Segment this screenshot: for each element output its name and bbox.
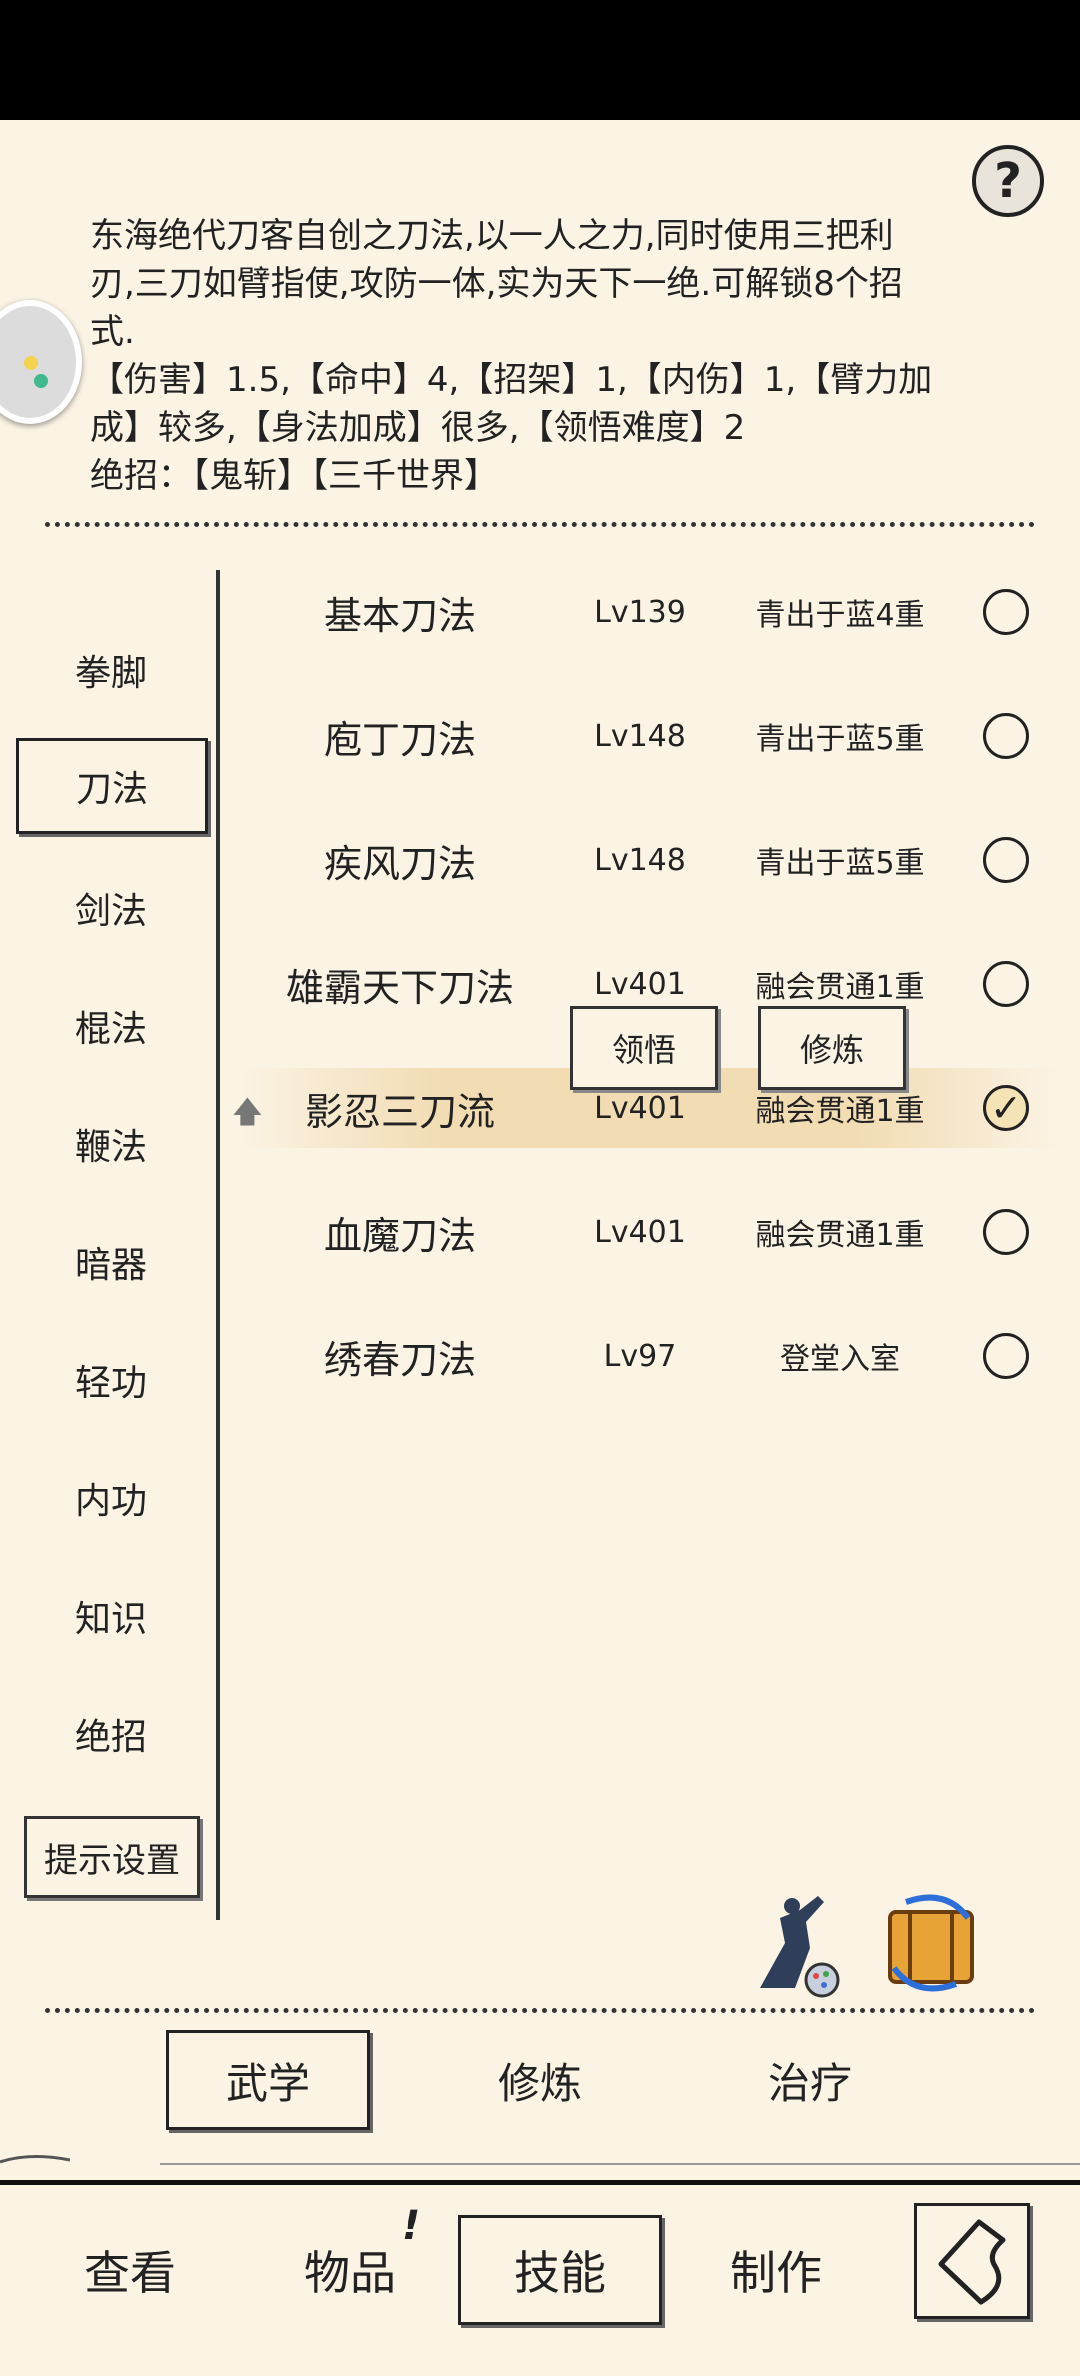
- sidebar-divider: [216, 570, 220, 1920]
- tip-settings-button[interactable]: 提示设置: [24, 1816, 200, 1898]
- skill-row[interactable]: 基本刀法 Lv139 青出于蓝4重: [240, 572, 1060, 652]
- category-juezhao[interactable]: 绝招: [16, 1694, 206, 1774]
- nav-craft[interactable]: 制作: [706, 2215, 846, 2325]
- palette-icon: [24, 356, 38, 370]
- description-line: 东海绝代刀客自创之刀法,以一人之力,同时使用三把利: [90, 216, 894, 256]
- skill-row[interactable]: 庖丁刀法 Lv148 青出于蓝5重: [240, 696, 1060, 776]
- skill-level: Lv401: [594, 1214, 686, 1250]
- martial-artist-icon[interactable]: [740, 1888, 850, 1998]
- nav-skills[interactable]: 技能: [458, 2215, 662, 2325]
- help-button[interactable]: ?: [972, 145, 1044, 217]
- skill-name: 庖丁刀法: [323, 717, 476, 762]
- skill-level: Lv148: [594, 842, 686, 878]
- skill-level: Lv97: [603, 1338, 677, 1374]
- dotted-divider: [45, 2008, 1035, 2013]
- comprehend-button[interactable]: 领悟: [570, 1006, 718, 1090]
- items-alert-badge: !: [402, 2203, 421, 2249]
- category-bianfa[interactable]: 鞭法: [16, 1104, 206, 1184]
- description-line: 【伤害】1.5,【命中】4,【招架】1,【内伤】1,【臂力加: [90, 360, 933, 400]
- category-anqi[interactable]: 暗器: [16, 1222, 206, 1302]
- dotted-divider: [45, 522, 1035, 527]
- ink-stroke-divider: [0, 2154, 1080, 2165]
- skill-name: 绣春刀法: [323, 1337, 476, 1382]
- category-zhishi[interactable]: 知识: [16, 1576, 206, 1656]
- description-line: 成】较多,【身法加成】很多,【领悟难度】2: [90, 408, 746, 448]
- skill-row[interactable]: 疾风刀法 Lv148 青出于蓝5重: [240, 820, 1060, 900]
- practice-button[interactable]: 修炼: [758, 1006, 906, 1090]
- scroll-refresh-icon[interactable]: [876, 1888, 986, 1998]
- tab-wuxue[interactable]: 武学: [166, 2030, 370, 2130]
- back-arrow-icon: [938, 2219, 1006, 2305]
- skill-rank: 青出于蓝4重: [755, 598, 925, 633]
- skill-radio[interactable]: [983, 1209, 1029, 1255]
- checkmark-icon: ✓: [990, 1086, 1022, 1130]
- skill-name: 基本刀法: [323, 593, 476, 638]
- skill-rank: 融会贯通1重: [755, 1218, 925, 1253]
- skill-radio[interactable]: [983, 961, 1029, 1007]
- skill-radio[interactable]: [983, 837, 1029, 883]
- skill-name: 雄霸天下刀法: [285, 965, 514, 1010]
- skill-rank: 青出于蓝5重: [755, 722, 925, 757]
- category-gunfa[interactable]: 棍法: [16, 986, 206, 1066]
- back-button[interactable]: [914, 2203, 1030, 2319]
- skill-level: Lv139: [594, 594, 686, 630]
- skill-name: 疾风刀法: [323, 841, 476, 886]
- description-line: 式.: [90, 312, 135, 352]
- description-line: 绝招：【鬼斩】【三千世界】: [90, 456, 498, 496]
- category-neigong[interactable]: 内功: [16, 1458, 206, 1538]
- skill-radio-checked[interactable]: ✓: [983, 1085, 1029, 1131]
- skill-row[interactable]: 绣春刀法 Lv97 登堂入室: [240, 1316, 1060, 1396]
- category-qinggong[interactable]: 轻功: [16, 1340, 206, 1420]
- category-daofa[interactable]: 刀法: [16, 738, 208, 834]
- question-icon: ?: [994, 153, 1022, 209]
- category-quanjiao[interactable]: 拳脚: [16, 630, 206, 710]
- palette-dot: [34, 374, 48, 388]
- description-line: 刃,三刀如臂指使,攻防一体,实为天下一绝.可解锁8个招: [90, 264, 903, 304]
- tab-zhiliao[interactable]: 治疗: [710, 2030, 910, 2130]
- category-jianfa[interactable]: 剑法: [16, 868, 206, 948]
- skill-row[interactable]: 血魔刀法 Lv401 融会贯通1重: [240, 1192, 1060, 1272]
- skill-rank: 登堂入室: [780, 1342, 900, 1377]
- skill-radio[interactable]: [983, 589, 1029, 635]
- skill-level: Lv148: [594, 718, 686, 754]
- skill-description: 东海绝代刀客自创之刀法,以一人之力,同时使用三把利 刃,三刀如臂指使,攻防一体,…: [90, 212, 990, 500]
- nav-view[interactable]: 查看: [60, 2215, 200, 2325]
- skill-name: 血魔刀法: [323, 1213, 476, 1258]
- status-bar: [0, 0, 1080, 120]
- bottom-navigation: 查看 物品 ! 技能 制作: [0, 2180, 1080, 2376]
- floating-assistant-ball[interactable]: [0, 300, 82, 424]
- skill-radio[interactable]: [983, 1333, 1029, 1379]
- skill-radio[interactable]: [983, 713, 1029, 759]
- nav-items[interactable]: 物品: [280, 2215, 420, 2325]
- section-tabs: 武学 修炼 治疗: [0, 2030, 1080, 2140]
- skill-name: 影忍三刀流: [304, 1089, 495, 1134]
- skill-rank: 青出于蓝5重: [755, 846, 925, 881]
- tab-xiulian[interactable]: 修炼: [440, 2030, 640, 2130]
